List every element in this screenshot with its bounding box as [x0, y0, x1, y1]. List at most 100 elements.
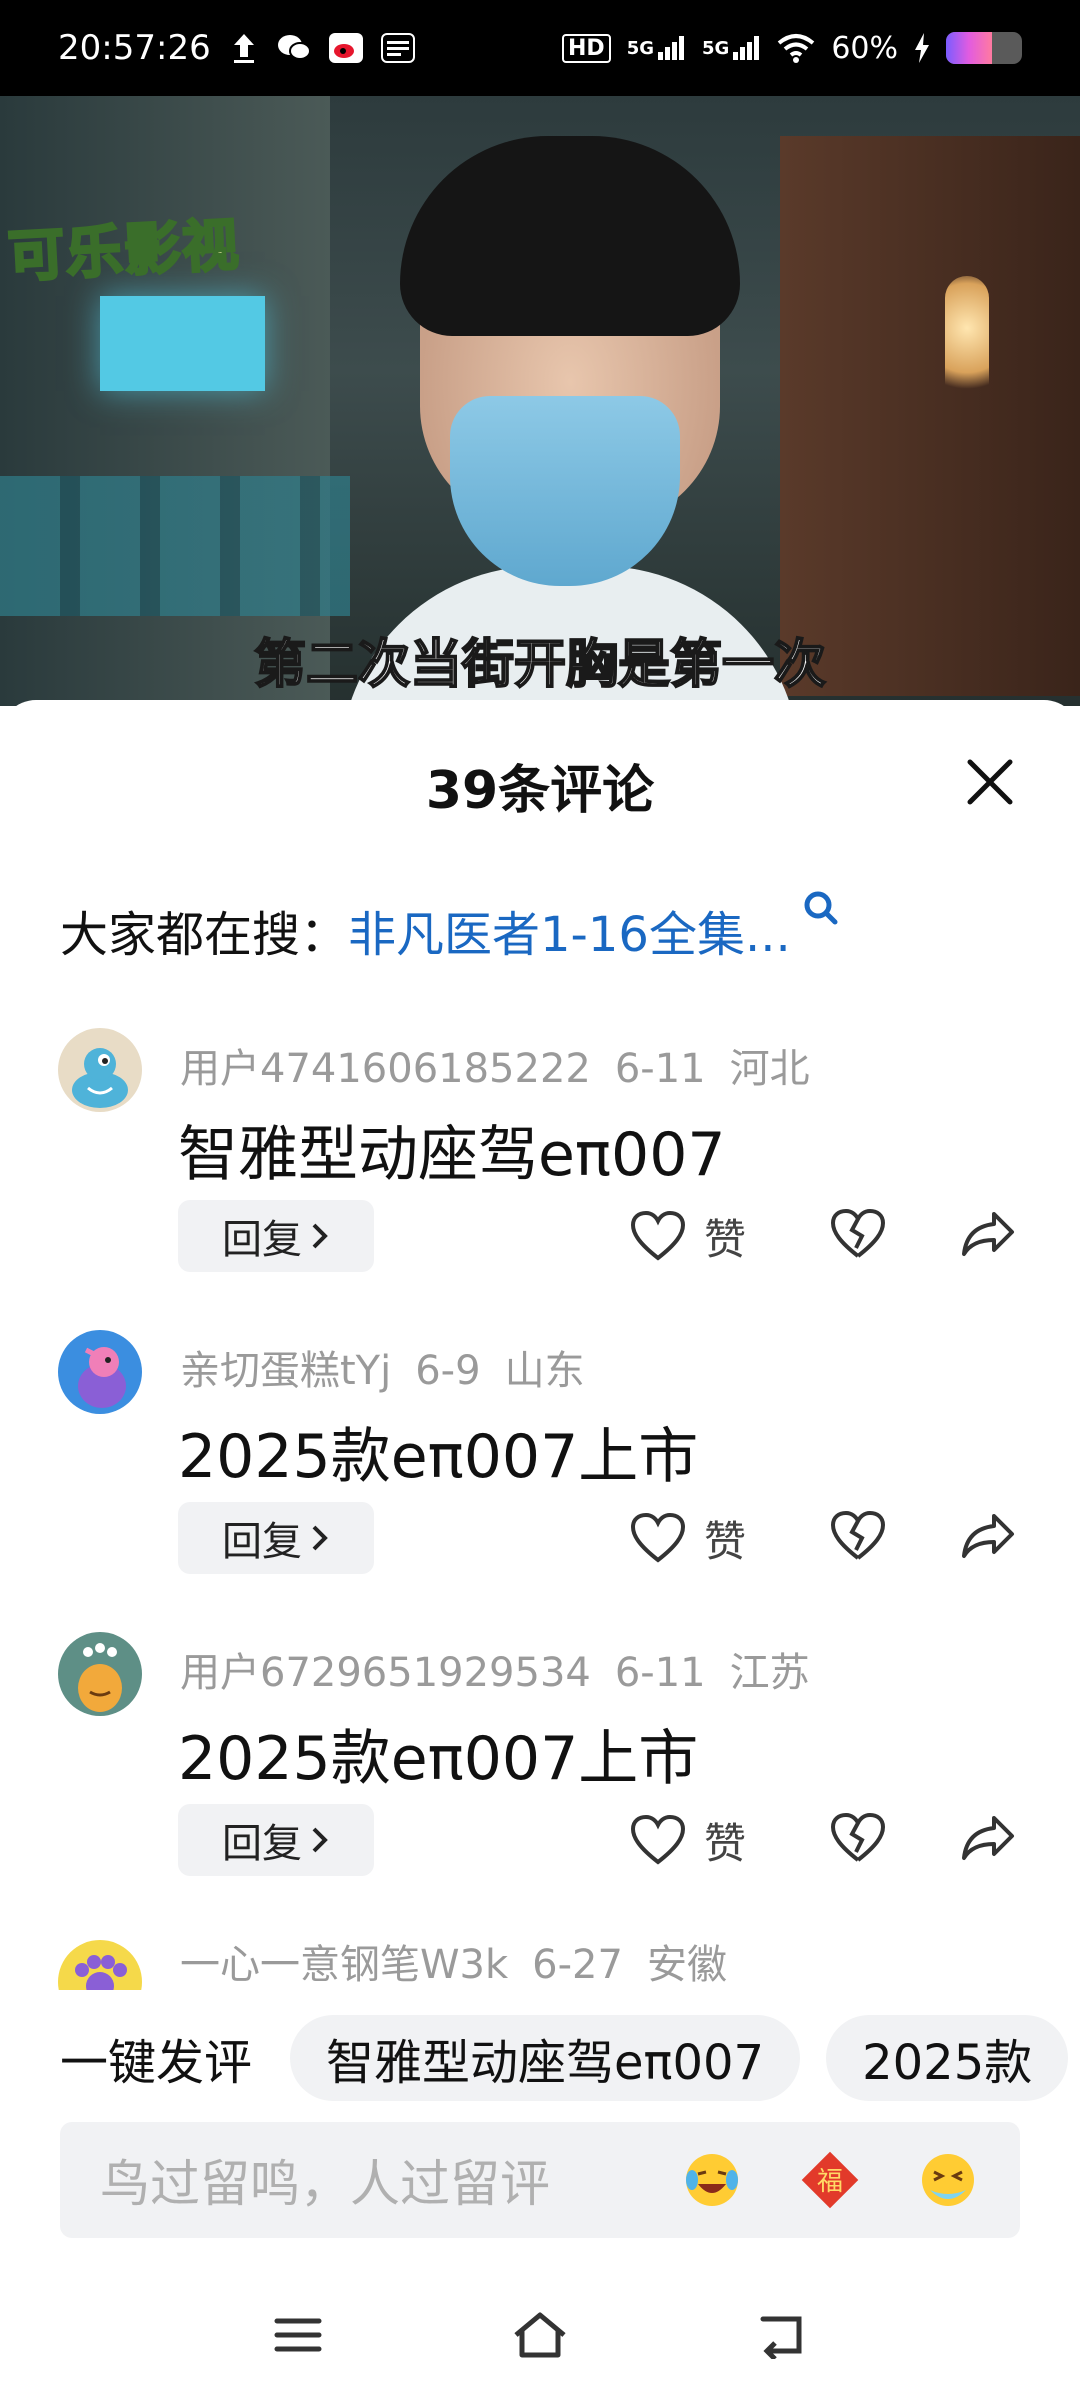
status-bar: 20:57:26 HD 5G 5G 60% [0, 0, 1080, 96]
comment-meta: 一心一意钢笔W3k 6-27 安徽 [180, 1932, 751, 1990]
comment-item: 用户6729651929534 6-11 江苏 2025款eπ007上市 回复 赞 [0, 1632, 1080, 1922]
share-arrow-icon [962, 1212, 1014, 1256]
avatar[interactable] [58, 1330, 142, 1414]
avatar[interactable] [58, 1028, 142, 1112]
signal-5g-icon-2: 5G [702, 36, 761, 60]
battery-percent: 60% [831, 30, 898, 66]
comment-text: 2025款eπ007上市 [178, 1422, 699, 1492]
comment-input[interactable]: 鸟过留鸣，人过留评 福 [60, 2122, 1020, 2238]
status-time: 20:57:26 [58, 28, 211, 68]
quick-comment-chip[interactable]: 智雅型动座驾eπ007 [290, 2015, 801, 2101]
comment-location: 山东 [504, 1348, 585, 1394]
video-tv-screen [100, 296, 265, 391]
comment-date: 6-11 [614, 1046, 706, 1092]
trending-search-prefix: 大家都在搜： [60, 907, 349, 963]
comment-username[interactable]: 亲切蛋糕tYj [180, 1348, 391, 1394]
comment-location: 江苏 [729, 1650, 810, 1696]
like-label: 赞 [704, 1818, 747, 1868]
upload-icon [229, 31, 259, 65]
comment-date: 6-27 [532, 1942, 623, 1988]
share-arrow-icon [962, 1514, 1014, 1558]
video-waiting-chairs [0, 476, 350, 616]
sneeze-emoji-icon[interactable] [916, 2148, 980, 2212]
weibo-icon [328, 33, 363, 63]
video-subtitle: 第二次当街开胸是第一次 [253, 634, 827, 696]
comment-meta: 用户4741606185222 6-11 河北 [180, 1036, 834, 1094]
orange-monster-avatar-icon [78, 1643, 122, 1712]
comment-location: 安徽 [646, 1942, 727, 1988]
paw-avatar-icon [75, 1955, 127, 1990]
video-player[interactable]: 可乐影视 [0, 96, 1080, 706]
wechat-icon [277, 33, 311, 63]
wifi-icon [777, 33, 815, 63]
comment-location: 河北 [729, 1046, 810, 1092]
comment-username[interactable]: 用户6729651929534 [180, 1650, 591, 1696]
battery-icon [946, 32, 1022, 64]
like-label: 赞 [704, 1516, 747, 1566]
video-person-hair [400, 136, 740, 336]
avatar[interactable] [58, 1632, 142, 1716]
comment-input-placeholder[interactable]: 鸟过留鸣，人过留评 [100, 2144, 626, 2216]
close-button[interactable] [960, 752, 1020, 812]
comment-username[interactable]: 用户4741606185222 [180, 1046, 591, 1092]
heart-icon [630, 1210, 686, 1261]
share-button[interactable] [960, 1812, 1016, 1868]
video-watermark-logo: 可乐影视 [5, 211, 243, 291]
comment-username[interactable]: 一心一意钢笔W3k [180, 1942, 508, 1988]
comments-title: 39条评论 [425, 761, 655, 821]
dislike-button[interactable] [830, 1510, 886, 1566]
video-wall-lamp [945, 276, 989, 406]
reply-button[interactable]: 回复 [178, 1502, 374, 1574]
search-icon[interactable] [801, 891, 841, 958]
back-icon [760, 2316, 802, 2359]
reply-label: 回复 [222, 1821, 302, 1867]
fu-blessing-emoji-icon[interactable]: 福 [798, 2148, 862, 2212]
trending-search-link[interactable]: 非凡医者1-16全集... [348, 895, 791, 965]
quick-comment-label: 一键发评 [60, 2035, 253, 2091]
chevron-right-icon [312, 1525, 328, 1551]
like-button[interactable]: 赞 [630, 1206, 746, 1267]
trending-search-row[interactable]: 大家都在搜： 非凡医者1-16全集... [60, 891, 1020, 965]
comment-actions: 赞 [630, 1808, 1014, 1872]
menu-button[interactable] [258, 2300, 338, 2370]
share-button[interactable] [960, 1208, 1016, 1264]
quick-comment-row: 一键发评 智雅型动座驾eπ007 2025款 [60, 2015, 1080, 2101]
comment-actions: 赞 [630, 1506, 1014, 1570]
comment-date: 6-9 [415, 1348, 481, 1394]
dislike-button[interactable] [830, 1208, 886, 1264]
broken-heart-icon [830, 1208, 886, 1258]
reply-button[interactable]: 回复 [178, 1200, 374, 1272]
blue-monster-avatar-icon [72, 1048, 128, 1108]
toutiao-icon [380, 33, 415, 63]
menu-icon [274, 2318, 322, 2352]
comment-item-partial: 一心一意钢笔W3k 6-27 安徽 [0, 1930, 1080, 1990]
comment-meta: 用户6729651929534 6-11 江苏 [180, 1640, 834, 1698]
quick-comment-chip[interactable]: 2025款 [826, 2015, 1069, 2101]
back-button[interactable] [742, 2300, 822, 2370]
comment-actions: 赞 [630, 1204, 1014, 1268]
heart-icon [630, 1814, 686, 1865]
charging-icon [914, 33, 930, 63]
like-button[interactable]: 赞 [630, 1508, 746, 1569]
dislike-button[interactable] [830, 1812, 886, 1868]
share-button[interactable] [960, 1510, 1016, 1566]
home-icon [514, 2312, 566, 2358]
like-button[interactable]: 赞 [630, 1810, 746, 1871]
video-background-door [780, 136, 1080, 696]
svg-text:福: 福 [817, 2167, 843, 2197]
avatar[interactable] [58, 1940, 142, 1990]
close-icon [967, 759, 1013, 805]
share-arrow-icon [962, 1816, 1014, 1860]
system-navigation-bar [0, 2290, 1080, 2380]
chevron-right-icon [312, 1827, 328, 1853]
comment-text: 智雅型动座驾eπ007 [178, 1120, 726, 1190]
reply-label: 回复 [222, 1519, 302, 1565]
reply-button[interactable]: 回复 [178, 1804, 374, 1876]
heart-icon [630, 1512, 686, 1563]
home-button[interactable] [500, 2300, 580, 2370]
broken-heart-icon [830, 1510, 886, 1560]
comment-meta: 亲切蛋糕tYj 6-9 山东 [180, 1338, 609, 1396]
laughing-cry-emoji-icon[interactable] [680, 2148, 744, 2212]
video-person-mask [450, 396, 680, 586]
comment-text: 2025款eπ007上市 [178, 1724, 699, 1794]
